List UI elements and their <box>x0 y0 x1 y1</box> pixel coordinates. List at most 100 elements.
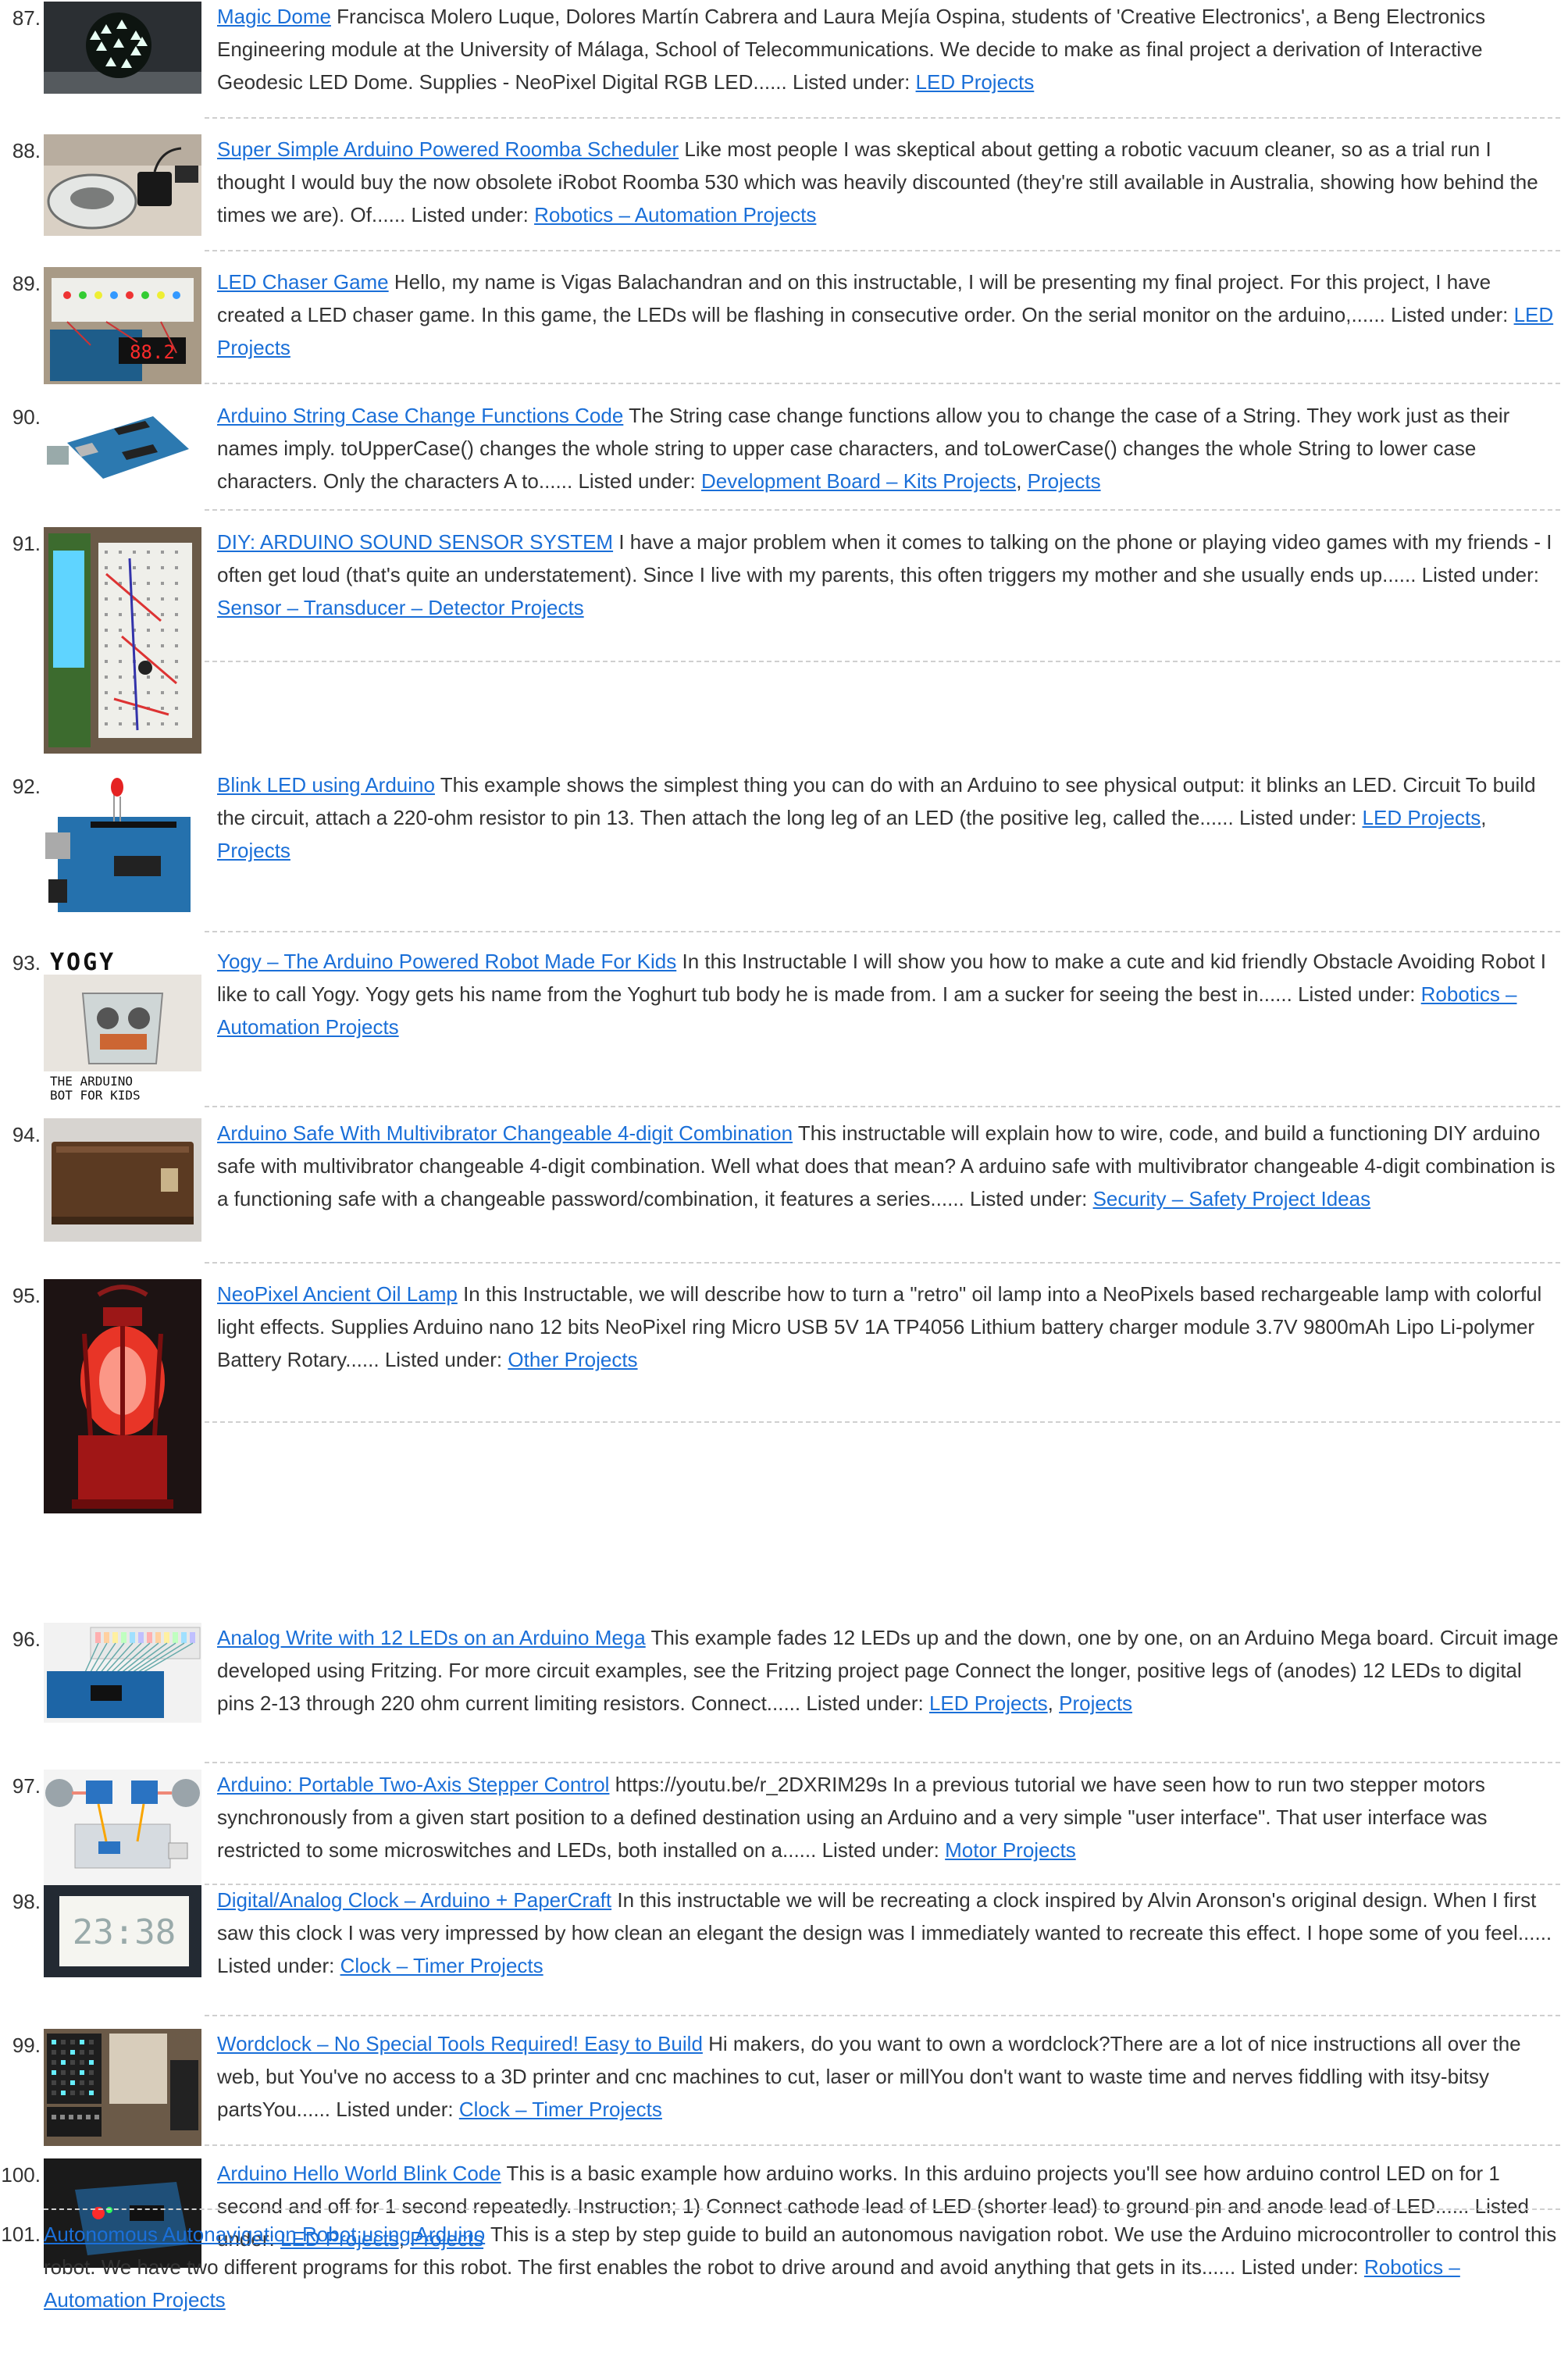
item-divider <box>44 2208 1560 2210</box>
item-description: Yogy – The Arduino Powered Robot Made Fo… <box>217 945 1559 1043</box>
project-thumbnail[interactable] <box>44 1770 201 1895</box>
project-thumbnail[interactable] <box>44 527 201 754</box>
project-title-link[interactable]: NeoPixel Ancient Oil Lamp <box>217 1282 458 1306</box>
category-link[interactable]: LED Projects <box>1363 806 1481 829</box>
svg-text:23:38: 23:38 <box>73 1912 176 1952</box>
listed-under-label: Listed under: <box>411 203 529 226</box>
listed-under-label: Listed under: <box>792 70 911 94</box>
category-link[interactable]: Projects <box>1028 469 1101 493</box>
project-title-link[interactable]: Yogy – The Arduino Powered Robot Made Fo… <box>217 950 676 973</box>
item-divider <box>205 250 1560 251</box>
category-link[interactable]: Robotics – Automation Projects <box>534 203 816 226</box>
project-title-link[interactable]: LED Chaser Game <box>217 270 389 294</box>
category-link[interactable]: LED Projects <box>929 1691 1048 1715</box>
item-number: 89. <box>12 272 41 295</box>
listed-under-label: Listed under: <box>806 1691 924 1715</box>
project-title-link[interactable]: Arduino: Portable Two-Axis Stepper Contr… <box>217 1773 609 1796</box>
item-description: Arduino: Portable Two-Axis Stepper Contr… <box>217 1768 1559 1866</box>
svg-text:THE ARDUINO: THE ARDUINO <box>50 1074 133 1089</box>
project-title-link[interactable]: DIY: ARDUINO SOUND SENSOR SYSTEM <box>217 530 613 554</box>
item-number: 97. <box>12 1774 41 1798</box>
list-item: 94. Arduino Safe With Multivibrator Chang… <box>0 1117 1568 1273</box>
project-thumbnail[interactable] <box>44 1623 201 1723</box>
project-thumbnail[interactable] <box>44 770 201 917</box>
category-link[interactable]: Clock – Timer Projects <box>459 2098 662 2121</box>
item-number: 90. <box>12 405 41 429</box>
category-link[interactable]: Sensor – Transducer – Detector Projects <box>217 596 584 619</box>
project-thumbnail[interactable] <box>44 2 201 94</box>
category-link[interactable]: Motor Projects <box>945 1838 1076 1862</box>
item-divider <box>205 509 1560 511</box>
item-number: 94. <box>12 1123 41 1146</box>
project-title-link[interactable]: Arduino Safe With Multivibrator Changeab… <box>217 1121 793 1145</box>
item-description: Digital/Analog Clock – Arduino + PaperCr… <box>217 1884 1559 1982</box>
project-title-link[interactable]: Blink LED using Arduino <box>217 773 435 797</box>
item-number: 88. <box>12 139 41 162</box>
svg-text:YOGY: YOGY <box>50 949 116 976</box>
category-link[interactable]: Projects <box>217 839 290 862</box>
item-description: NeoPixel Ancient Oil Lamp In this Instru… <box>217 1278 1559 1376</box>
list-item: 93. YOGY THE ARDUINO BOT FOR KIDS Yogy – The… <box>0 945 1568 1103</box>
project-thumbnail[interactable]: 88.2 <box>44 267 201 384</box>
list-item: 101. Autonomous Autonavigation Robot usin… <box>0 2218 1568 2374</box>
listed-under-label: Listed under: <box>1241 2255 1359 2279</box>
item-divider <box>205 1421 1560 1423</box>
item-divider <box>205 1884 1560 1885</box>
project-title-link[interactable]: Wordclock – No Special Tools Required! E… <box>217 2032 703 2055</box>
project-title-link[interactable]: Autonomous Autonavigation Robot using Ar… <box>44 2223 485 2246</box>
item-description: Super Simple Arduino Powered Roomba Sche… <box>217 133 1559 231</box>
project-thumbnail[interactable] <box>44 134 201 236</box>
item-number: 93. <box>12 951 41 975</box>
listed-under-label: Listed under: <box>1421 563 1539 586</box>
project-thumbnail[interactable] <box>44 2029 201 2146</box>
svg-text:BOT FOR KIDS: BOT FOR KIDS <box>50 1088 141 1103</box>
item-divider <box>205 2144 1560 2146</box>
svg-text:88.2: 88.2 <box>130 341 175 363</box>
item-number: 91. <box>12 532 41 555</box>
project-title-link[interactable]: Arduino Hello World Blink Code <box>217 2162 501 2185</box>
listed-under-label: Listed under: <box>1391 303 1509 326</box>
category-link[interactable]: Projects <box>1059 1691 1132 1715</box>
list-item: 96. Analog Write with 12 LEDs on an Ardui… <box>0 1621 1568 1777</box>
project-thumbnail[interactable] <box>44 1279 201 1513</box>
item-number: 98. <box>12 1890 41 1913</box>
item-description: Blink LED using Arduino This example sho… <box>217 773 1536 862</box>
listed-under-label: Listed under: <box>336 2098 454 2121</box>
item-description: LED Chaser Game Hello, my name is Vigas … <box>217 266 1559 364</box>
project-title-link[interactable]: Magic Dome <box>217 5 331 28</box>
category-link[interactable]: LED Projects <box>916 70 1035 94</box>
list-item: 92. Blink LED using Arduino This example … <box>0 768 1568 925</box>
project-thumbnail[interactable]: YOGY THE ARDUINO BOT FOR KIDS <box>44 946 201 1103</box>
item-number: 99. <box>12 2034 41 2057</box>
item-description: Arduino Safe With Multivibrator Changeab… <box>217 1117 1559 1215</box>
project-title-link[interactable]: Analog Write with 12 LEDs on an Arduino … <box>217 1626 646 1649</box>
list-item: 95. NeoPixel Ancient Oil Lamp In this Ins… <box>0 1278 1568 1513</box>
listed-under-label: Listed under: <box>1238 806 1357 829</box>
item-divider <box>205 931 1560 932</box>
item-divider <box>205 1762 1560 1763</box>
project-title-link[interactable]: Super Simple Arduino Powered Roomba Sche… <box>217 137 679 161</box>
project-title-link[interactable]: Digital/Analog Clock – Arduino + PaperCr… <box>217 1888 611 1912</box>
category-link[interactable]: Clock – Timer Projects <box>340 1954 543 1977</box>
listed-under-label: Listed under: <box>578 469 696 493</box>
project-title-link[interactable]: Arduino String Case Change Functions Cod… <box>217 404 623 427</box>
item-description: Analog Write with 12 LEDs on an Arduino … <box>217 1626 1559 1715</box>
item-number: 100. <box>1 2163 41 2187</box>
project-thumbnail[interactable] <box>44 401 201 501</box>
listed-under-label: Listed under: <box>970 1187 1088 1210</box>
category-link[interactable]: Development Board – Kits Projects <box>701 469 1016 493</box>
item-description: Arduino String Case Change Functions Cod… <box>217 404 1510 493</box>
item-divider <box>205 383 1560 384</box>
item-number: 96. <box>12 1627 41 1651</box>
list-item: 89. 88.2 LED Chaser Game Hello, my name is… <box>0 266 1568 422</box>
list-item: 91. DIY: ARDUINO SOUND SENSOR SYSTEM I ha… <box>0 526 1568 754</box>
item-divider <box>205 661 1560 662</box>
project-excerpt: Hello, my name is Vigas Balachandran and… <box>217 270 1491 326</box>
project-thumbnail[interactable]: 23:38 <box>44 1885 201 1977</box>
listed-under-label: Listed under: <box>1298 982 1416 1006</box>
category-link[interactable]: Other Projects <box>508 1348 637 1371</box>
listed-under-label: Listed under: <box>384 1348 503 1371</box>
project-thumbnail[interactable] <box>44 1118 201 1242</box>
category-link[interactable]: Security – Safety Project Ideas <box>1093 1187 1371 1210</box>
item-divider <box>205 1106 1560 1107</box>
